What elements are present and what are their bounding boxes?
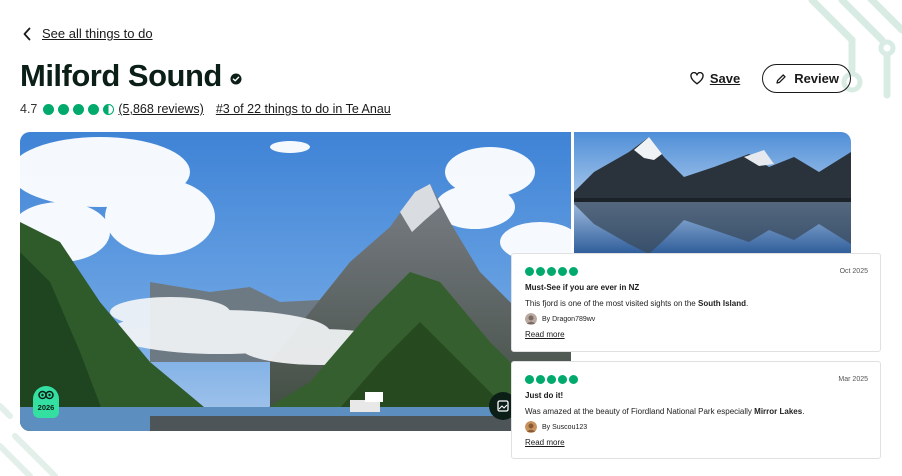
rating-bubble-full (73, 103, 85, 115)
review-body-end: . (802, 407, 805, 416)
review-body: Was amazed at the beauty of Fiordland Na… (525, 407, 868, 416)
decorative-pattern-top-right (808, 0, 902, 99)
pencil-icon (776, 73, 786, 84)
review-body: This fjord is one of the most visited si… (525, 299, 868, 308)
travellers-choice-award-badge: 2026 (33, 386, 59, 418)
rating-score: 4.7 (20, 102, 38, 116)
avatar (525, 421, 537, 433)
rating-bubble-full (558, 267, 567, 276)
rating-bubble-half (103, 103, 115, 115)
rating-bubble-full (58, 103, 70, 115)
review-author: By Dragon789wv (525, 313, 868, 325)
read-more-link[interactable]: Read more (525, 438, 868, 447)
review-author-name: By Suscou123 (542, 423, 588, 431)
title-row: Milford Sound (20, 58, 242, 94)
review-body-highlight: South Island (697, 299, 746, 308)
rating-bubble-full (569, 267, 578, 276)
side-photo-mitre-peak-reflection[interactable] (574, 132, 851, 254)
rating-bubble-full (547, 375, 556, 384)
review-rating-bubbles (525, 375, 579, 384)
rating-bubble-full (547, 267, 556, 276)
rating-bubble-full (536, 375, 545, 384)
heart-icon (690, 72, 704, 85)
review-body-text: Was amazed at the beauty of Fiordland Na… (525, 407, 755, 416)
rating-bubble-full (536, 267, 545, 276)
chevron-left-icon (23, 27, 31, 40)
rating-bubble-full (525, 375, 534, 384)
review-author: By Suscou123 (525, 421, 868, 433)
review-card[interactable]: Oct 2025 Must-See if you are ever in NZ … (511, 253, 881, 352)
review-body-text: This fjord is one of the most visited si… (525, 299, 698, 308)
award-year: 2026 (37, 403, 55, 412)
review-title: Must-See if you are ever in NZ (525, 283, 640, 292)
back-to-things-to-do-link[interactable]: See all things to do (22, 26, 153, 41)
header-actions: Save Review (680, 64, 851, 93)
review-rating-bubbles (525, 267, 579, 276)
write-review-button[interactable]: Review (762, 64, 851, 93)
travellers-choice-owl-icon (38, 390, 54, 400)
page-title: Milford Sound (20, 58, 222, 93)
review-title: Just do it! (525, 391, 564, 400)
avatar (525, 313, 537, 325)
read-more-link[interactable]: Read more (525, 330, 868, 339)
rating-bubble-full (525, 267, 534, 276)
review-label: Review (794, 71, 839, 86)
rating-summary: 4.7 (5,868 reviews) #3 of 22 things to d… (20, 102, 391, 116)
back-link-label[interactable]: See all things to do (42, 26, 153, 41)
review-author-name: By Dragon789wv (542, 315, 596, 323)
save-label: Save (709, 71, 741, 86)
rating-bubble-full (43, 103, 55, 115)
reviews-count-link[interactable]: (5,868 reviews) (118, 102, 203, 116)
save-button[interactable]: Save (680, 65, 750, 93)
main-photo-milford-sound[interactable] (20, 132, 571, 431)
review-card[interactable]: Mar 2025 Just do it! Was amazed at the b… (511, 361, 881, 459)
rating-bubble-full (569, 375, 578, 384)
gallery-icon (497, 400, 509, 412)
review-body-end: . (745, 299, 749, 308)
rating-bubble-full (88, 103, 100, 115)
verified-check-icon (230, 73, 242, 85)
rating-bubble-full (558, 375, 567, 384)
review-date: Oct 2025 (839, 268, 868, 275)
ranking-link[interactable]: #3 of 22 things to do in Te Anau (216, 102, 391, 116)
review-date: Mar 2025 (838, 376, 868, 383)
review-body-highlight: Mirror Lakes (754, 407, 803, 416)
